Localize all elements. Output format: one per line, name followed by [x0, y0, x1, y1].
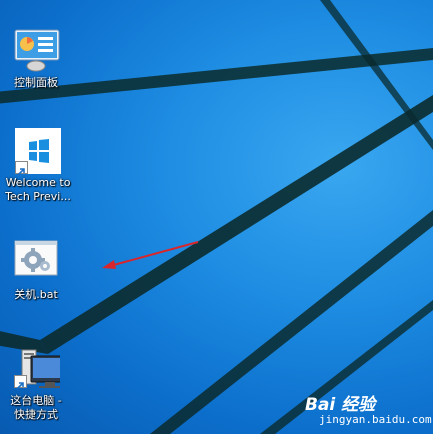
- shortcut-arrow-icon: [14, 375, 27, 390]
- control-panel-icon: [12, 26, 60, 74]
- desktop-icon-label: Welcome to Tech Previ...: [5, 176, 71, 203]
- desktop-icon-shutdown-bat[interactable]: 关机.bat: [0, 240, 72, 302]
- watermark-logo: Bai 经验: [305, 395, 376, 415]
- batch-file-icon: [14, 240, 58, 278]
- this-pc-icon: [12, 344, 70, 392]
- baidu-jingyan-watermark: Bai 经验 jingyan.baidu.com: [305, 390, 432, 430]
- windows-logo-icon: [15, 128, 61, 176]
- watermark-url: jingyan.baidu.com: [319, 413, 432, 426]
- annotation-arrow: [102, 241, 199, 269]
- shortcut-arrow-icon: [15, 161, 28, 176]
- desktop-icon-control-panel[interactable]: 控制面板: [0, 26, 72, 90]
- desktop-icon-welcome-tech-preview[interactable]: Welcome to Tech Previ...: [2, 128, 74, 204]
- desktop-background[interactable]: 控制面板 Welcome to Tech Previ... 关机.bat 这台电…: [0, 0, 433, 434]
- desktop-icon-label: 关机.bat: [14, 288, 58, 301]
- desktop-icon-this-pc[interactable]: 这台电脑 - 快捷方式: [0, 344, 72, 422]
- desktop-icon-label: 控制面板: [14, 76, 58, 89]
- desktop-icon-label: 这台电脑 - 快捷方式: [10, 394, 62, 421]
